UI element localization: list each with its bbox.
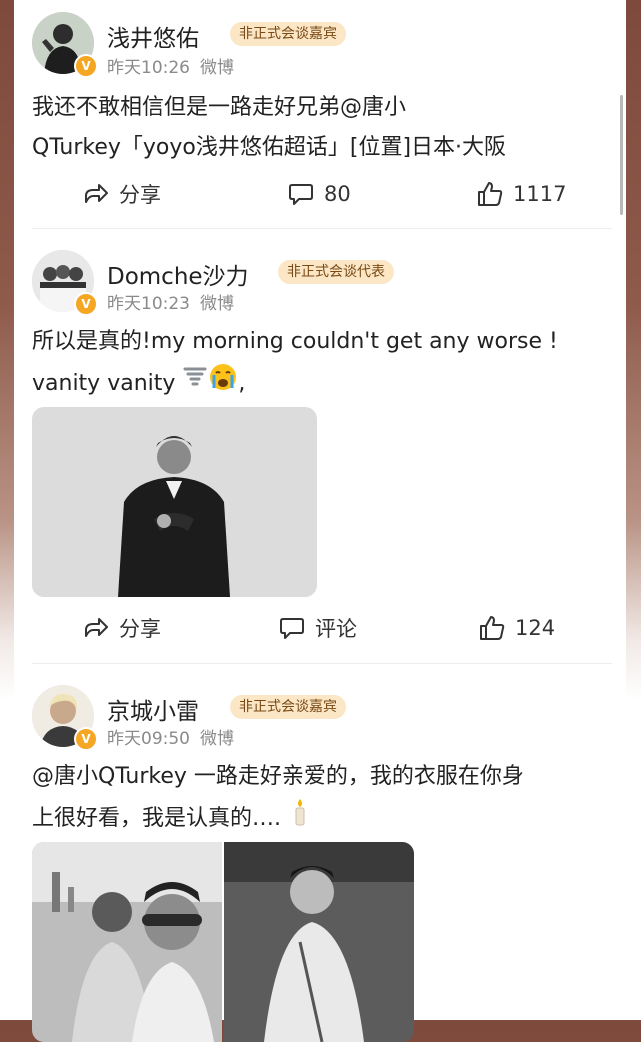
comment-button[interactable]: 评论 (278, 608, 357, 648)
post-time: 昨天10:23 (107, 294, 190, 314)
post-meta: 昨天10:23 微博 (107, 289, 244, 314)
post-meta: 昨天10:26 微博 (107, 53, 244, 78)
status-badge: 非正式会谈嘉宾 (230, 22, 346, 46)
post-text-line-2: vanity vanity , (32, 362, 607, 406)
share-button[interactable]: 分享 (82, 174, 161, 214)
post-text-line: @唐小QTurkey 一路走好亲爱的，我的衣服在你身 (32, 764, 524, 789)
post-time: 昨天09:50 (107, 729, 190, 749)
post-source: 微博 (200, 58, 234, 78)
post-source: 微博 (200, 294, 234, 314)
post-image-grid-photos[interactable] (32, 842, 414, 1042)
like-count: 124 (515, 616, 556, 640)
thumbs-up-icon (480, 616, 505, 640)
candle-emoji (288, 797, 312, 841)
divider (32, 228, 612, 229)
divider (32, 663, 612, 664)
share-arrow-icon (85, 618, 108, 637)
like-button[interactable]: 124 (478, 608, 555, 648)
share-label: 分享 (119, 617, 161, 641)
post-text-line: 我还不敢相信但是一路走好兄弟@唐小 (32, 95, 407, 120)
post-time: 昨天10:26 (107, 58, 190, 78)
status-badge: 非正式会谈嘉宾 (230, 695, 346, 719)
comment-bubble-icon (289, 184, 313, 205)
post-text-fragment: , (238, 371, 246, 396)
status-badge: 非正式会谈代表 (278, 260, 394, 284)
verified-v-icon: V (74, 292, 98, 316)
share-button[interactable]: 分享 (82, 608, 161, 648)
comment-label: 评论 (315, 617, 357, 641)
username[interactable]: 京城小雷 (107, 692, 199, 726)
verified-v-icon: V (74, 727, 98, 751)
comment-button[interactable]: 80 (287, 174, 351, 214)
username[interactable]: Domche沙力 (107, 257, 249, 291)
post-text-line: 所以是真的!my morning couldn't get any worse … (32, 329, 558, 354)
post-image[interactable] (32, 407, 317, 597)
post-text-line-2: 上很好看，我是认真的…. (32, 797, 607, 841)
share-label: 分享 (119, 183, 161, 207)
verified-v-icon: V (74, 54, 98, 78)
like-button[interactable]: 1117 (476, 174, 566, 214)
action-bar: 分享 评论 124 (32, 608, 612, 648)
post-text: @唐小QTurkey 一路走好亲爱的，我的衣服在你身 上很好看，我是认真的…. (32, 757, 607, 841)
comment-bubble-icon (280, 618, 304, 639)
loudly-crying-emoji (208, 362, 238, 406)
post-text: 我还不敢相信但是一路走好兄弟@唐小 QTurkey「yoyo浅井悠佑超话」[位置… (32, 88, 607, 168)
tornado-emoji (182, 364, 208, 404)
post-text-line: QTurkey「yoyo浅井悠佑超话」[位置]日本·大阪 (32, 135, 507, 160)
post-text-fragment: 上很好看，我是认真的…. (32, 806, 281, 831)
scrollbar[interactable] (620, 95, 623, 215)
username[interactable]: 浅井悠佑 (107, 19, 199, 53)
feed-card: V 浅井悠佑 非正式会谈嘉宾 昨天10:26 微博 我还不敢相信但是一路走好兄弟@… (14, 0, 626, 1042)
thumbs-up-icon (478, 182, 503, 206)
like-count: 1117 (513, 182, 567, 206)
post-meta: 昨天09:50 微博 (107, 724, 244, 749)
post-image-grid (32, 842, 414, 1042)
post-source: 微博 (200, 729, 234, 749)
action-bar: 分享 80 1117 (32, 174, 612, 214)
post-text-fragment: vanity vanity (32, 371, 176, 396)
comment-count: 80 (324, 182, 351, 206)
share-arrow-icon (85, 184, 108, 203)
post-text: 所以是真的!my morning couldn't get any worse … (32, 322, 607, 406)
